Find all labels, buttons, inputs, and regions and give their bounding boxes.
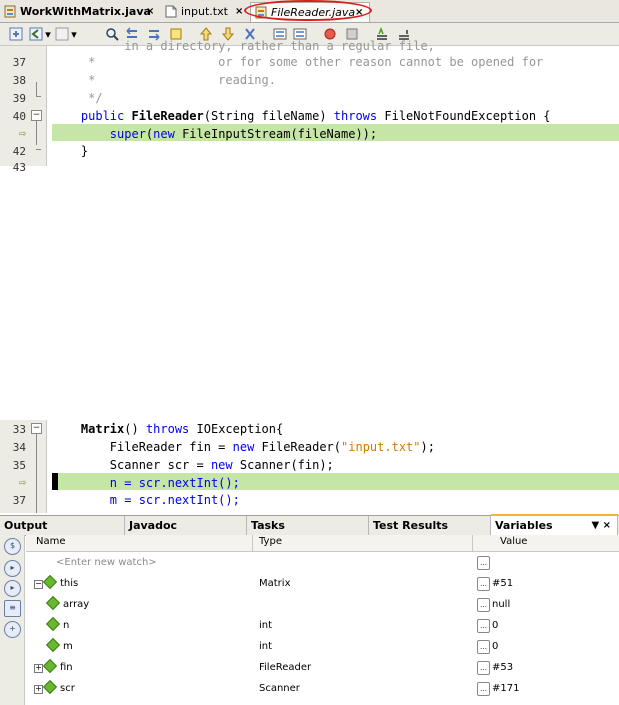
variable-value[interactable]: 0 (492, 636, 498, 657)
variable-row[interactable]: n int … 0 (26, 615, 619, 636)
code-line: public FileReader(String fileName) throw… (52, 109, 551, 123)
line-number: 38 (12, 74, 26, 87)
customize-button[interactable]: … (477, 619, 490, 633)
watch-icon[interactable]: ▸ (4, 580, 21, 597)
variable-type: FileReader (259, 662, 312, 673)
variable-icon (42, 574, 58, 590)
variables-side-toolbar: $ ▸ ▸ ≡ + (0, 535, 25, 705)
chevron-down-icon[interactable]: ▾ (44, 26, 52, 42)
variable-row[interactable]: array … null (26, 594, 619, 615)
variable-name: this (60, 578, 79, 589)
text-file-icon (165, 5, 177, 18)
back-icon[interactable] (28, 26, 44, 42)
tab-test-results[interactable]: Test Results (369, 516, 491, 535)
customize-button[interactable]: … (477, 556, 490, 570)
variable-value[interactable]: #51 (492, 573, 513, 594)
line-number: 33 (12, 423, 26, 436)
customize-button[interactable]: … (477, 577, 490, 591)
variable-icon (42, 679, 58, 695)
top-code-editor[interactable]: in a directory, rather than a regular fi… (0, 39, 619, 174)
fold-collapse-icon[interactable]: − (31, 423, 42, 434)
last-edit-icon[interactable] (8, 26, 24, 42)
code-line: } (52, 144, 89, 158)
line-number: 43 (12, 161, 26, 174)
line-number: 37 (12, 494, 26, 507)
tab-tasks[interactable]: Tasks (247, 516, 369, 535)
bottom-code-editor[interactable]: 33 − Matrix() throws IOException{ 34 Fil… (0, 420, 619, 513)
tab-controls-icon[interactable]: ▼ × (591, 516, 611, 535)
variable-value[interactable]: #53 (492, 657, 513, 678)
variable-name: scr (60, 683, 75, 694)
code-line: Matrix() throws IOException{ (52, 422, 284, 436)
customize-button[interactable]: … (477, 598, 490, 612)
code-line: Scanner scr = new Scanner(fin); (52, 458, 334, 472)
code-line: in a directory, rather than a regular fi… (124, 39, 435, 53)
code-line: * reading. (52, 73, 276, 87)
fold-collapse-icon[interactable]: − (31, 110, 42, 121)
customize-button[interactable]: … (477, 640, 490, 654)
code-line: * or for some other reason cannot be ope… (52, 55, 544, 69)
code-line: n = scr.nextInt(); (52, 476, 240, 490)
tab-input-txt[interactable]: input.txt × (161, 2, 245, 21)
tab-workwithmatrix-java[interactable]: WorkWithMatrix.java × (0, 2, 156, 21)
code-line: FileReader fin = new FileReader("input.t… (52, 440, 435, 454)
line-number: 34 (12, 441, 26, 454)
close-icon[interactable]: × (235, 2, 243, 21)
line-number: 42 (12, 145, 26, 158)
line-number: 40 (12, 110, 26, 123)
filter-icon[interactable]: ≡ (4, 600, 21, 617)
line-number: 37 (12, 56, 26, 69)
watch-icon[interactable]: ▸ (4, 560, 21, 577)
debug-settings-icon[interactable]: $ (4, 538, 21, 555)
watch-placeholder[interactable]: <Enter new watch> (56, 552, 157, 573)
panel-tab-bar: Output Javadoc Tasks Test Results Variab… (0, 514, 619, 537)
customize-button[interactable]: … (477, 661, 490, 675)
tab-javadoc[interactable]: Javadoc (125, 516, 247, 535)
line-number: 39 (12, 92, 26, 105)
new-watch-icon[interactable]: + (4, 621, 21, 638)
red-highlight-ellipse (244, 0, 372, 21)
variable-row[interactable]: − this Matrix … #51 (26, 573, 619, 594)
variable-name: m (63, 641, 73, 652)
java-file-icon (4, 5, 16, 18)
editor-tab-bar: WorkWithMatrix.java × input.txt × FileRe… (0, 0, 619, 23)
new-watch-row[interactable]: <Enter new watch> … (26, 552, 619, 573)
tab-output[interactable]: Output (0, 516, 125, 535)
close-icon[interactable]: × (146, 2, 154, 21)
code-line: super(new FileInputStream(fileName)); (52, 127, 378, 141)
variable-name: n (63, 620, 70, 631)
code-line: m = scr.nextInt(); (52, 493, 240, 507)
variable-row[interactable]: + scr Scanner … #171 (26, 678, 619, 699)
variable-value[interactable]: 0 (492, 615, 498, 636)
column-name[interactable]: Name (36, 536, 66, 547)
variable-value[interactable]: #171 (492, 678, 519, 699)
tab-variables[interactable]: Variables ▼ × (491, 514, 618, 537)
variable-type: int (259, 620, 273, 631)
field-icon (45, 595, 61, 611)
column-value[interactable]: Value (500, 536, 527, 547)
tab-label: input.txt (181, 5, 228, 18)
variable-name: fin (60, 662, 73, 673)
variable-row[interactable]: m int … 0 (26, 636, 619, 657)
variables-column-header: Name Type Value (26, 535, 619, 552)
column-type[interactable]: Type (259, 536, 282, 547)
variable-value[interactable]: null (492, 594, 510, 615)
variable-name: array (63, 599, 90, 610)
code-line: */ (52, 91, 103, 105)
program-counter-icon: ⇨ (18, 475, 26, 489)
line-number: 35 (12, 459, 26, 472)
variable-icon (42, 658, 58, 674)
variable-type: int (259, 641, 273, 652)
field-icon (45, 616, 61, 632)
program-counter-icon: ⇨ (18, 126, 26, 140)
tab-label: WorkWithMatrix.java (20, 5, 151, 18)
variable-row[interactable]: + fin FileReader … #53 (26, 657, 619, 678)
customize-button[interactable]: … (477, 682, 490, 696)
field-icon (45, 637, 61, 653)
variable-type: Scanner (259, 683, 300, 694)
variable-type: Matrix (259, 578, 291, 589)
